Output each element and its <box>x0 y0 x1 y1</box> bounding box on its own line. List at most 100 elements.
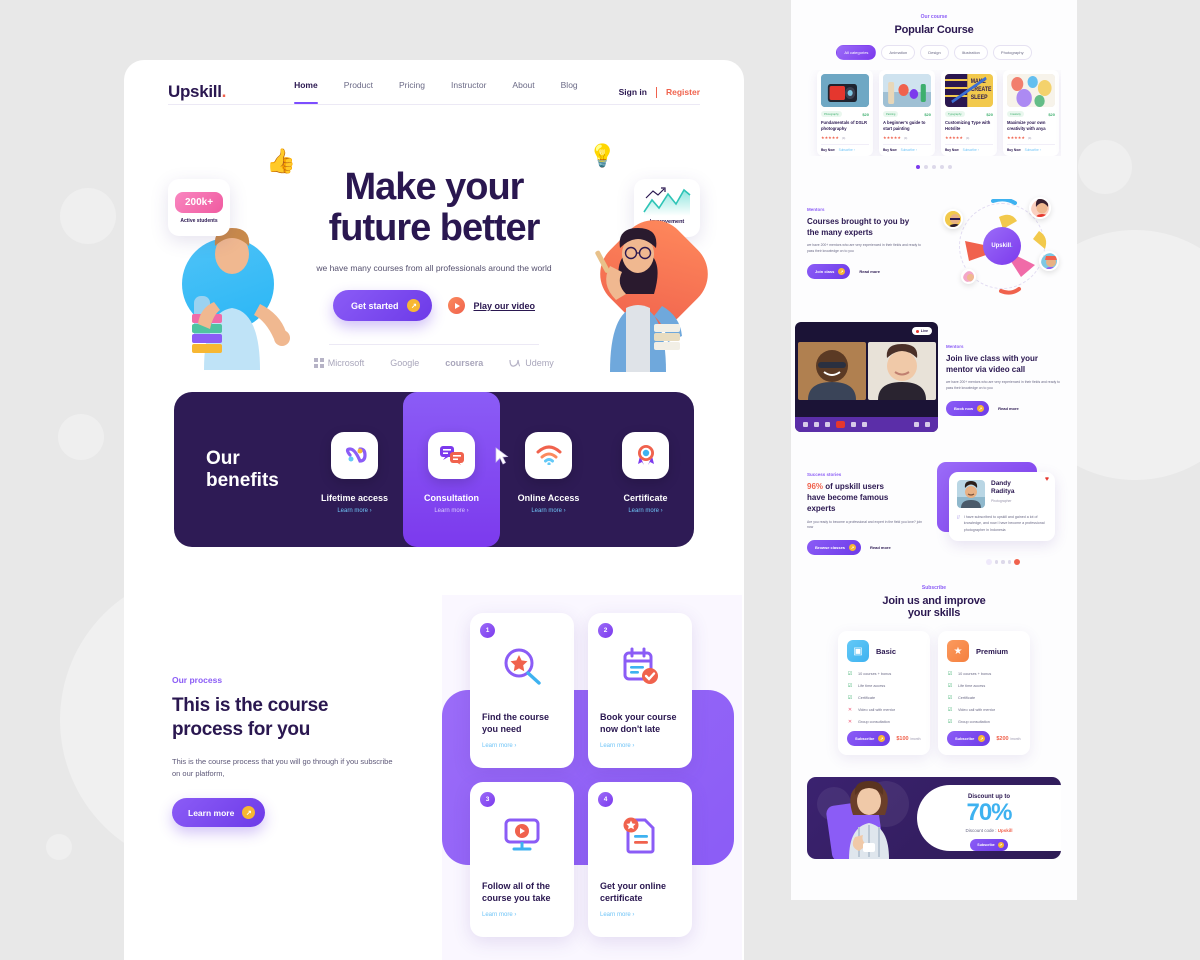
subscribe-link[interactable]: Subscribe › <box>1025 148 1041 152</box>
nav-link-blog[interactable]: Blog <box>561 80 578 104</box>
stories-paragraph: Are you ready to become a professional a… <box>807 519 922 530</box>
mentors-read-more-link[interactable]: Read more <box>859 269 880 274</box>
course-card[interactable]: Creativity $20 Maximize your own creativ… <box>1003 70 1059 156</box>
pill-animation[interactable]: Animation <box>881 45 916 60</box>
process-card-3[interactable]: 3 Follow all of the course you take Lear… <box>470 782 574 937</box>
video-call-window[interactable]: Live <box>795 322 938 432</box>
avatar[interactable] <box>1029 197 1051 219</box>
more-icon[interactable] <box>825 422 830 427</box>
pill-photography[interactable]: Photography <box>992 45 1032 60</box>
pill-design[interactable]: Design <box>920 45 949 60</box>
browse-classes-label: Browse classes <box>815 545 846 551</box>
nav-link-instructor[interactable]: Instructor <box>451 80 486 104</box>
testimonial-dot[interactable] <box>1001 560 1005 564</box>
process-card-link[interactable]: Learn more › <box>600 743 680 749</box>
nav-link-product[interactable]: Product <box>344 80 373 104</box>
get-started-button[interactable]: Get started ↗ <box>332 290 433 322</box>
carousel-dot[interactable] <box>932 165 936 169</box>
plan-name: Premium <box>976 646 1009 656</box>
stories-read-more-link[interactable]: Read more <box>870 545 891 550</box>
carousel-dot[interactable] <box>948 165 952 169</box>
subscribe-link[interactable]: Subscribe › <box>839 148 855 152</box>
testimonial-identity: Dandy Raditya Photographer <box>991 480 1014 503</box>
course-carousel[interactable]: Photography $20 Fundamentals of DSLR pho… <box>807 70 1061 156</box>
subscribe-link[interactable]: Subscribe › <box>963 148 979 152</box>
heart-icon[interactable]: ♥ <box>1045 476 1049 483</box>
end-call-icon[interactable] <box>836 421 845 428</box>
microphone-icon[interactable] <box>803 422 808 427</box>
fullscreen-icon[interactable] <box>925 422 930 427</box>
benefit-learn-more-link[interactable]: Learn more › <box>628 508 662 514</box>
share-icon[interactable] <box>851 422 856 427</box>
plan-feature: ☑ 10 courses + bonus <box>847 671 921 677</box>
course-card[interactable]: MAKECREATESLEEP Typography $20 Customizi… <box>941 70 997 156</box>
process-card-title: Get your online certificate <box>600 880 680 904</box>
benefit-consultation[interactable]: Consultation Learn more › <box>403 392 509 547</box>
book-now-button[interactable]: Book now ↗ <box>946 400 990 416</box>
benefit-online-access[interactable]: Online Access Learn more › <box>500 392 597 547</box>
pill-all-categories[interactable]: All categories <box>836 45 877 60</box>
join-class-button[interactable]: Join class ↗ <box>807 263 851 279</box>
process-card-2[interactable]: 2 Book your course now don't late Learn … <box>588 613 692 768</box>
process-card-4[interactable]: 4 Get your online certificate Learn more… <box>588 782 692 937</box>
avatar[interactable] <box>1039 251 1059 271</box>
nav-link-pricing[interactable]: Pricing <box>399 80 425 104</box>
subscribe-basic-button[interactable]: Subscribe ↗ <box>847 731 891 746</box>
nav-links: Home Product Pricing Instructor About Bl… <box>294 80 578 104</box>
benefit-learn-more-link[interactable]: Learn more › <box>434 508 468 514</box>
nav-link-about[interactable]: About <box>512 80 534 104</box>
process-card-link[interactable]: Learn more › <box>482 743 562 749</box>
testimonial-dot[interactable] <box>994 560 999 564</box>
avatar[interactable] <box>961 269 976 284</box>
course-card[interactable]: Painting $20 A beginner's guide to start… <box>879 70 935 156</box>
arrow-up-right-icon: ↗ <box>242 806 256 820</box>
process-card-1[interactable]: 1 Find the course you need Learn more › <box>470 613 574 768</box>
process-learn-more-button[interactable]: Learn more ↗ <box>172 798 266 828</box>
camera-icon[interactable] <box>814 422 819 427</box>
benefit-certificate[interactable]: Certificate Learn more › <box>597 392 694 547</box>
benefit-lifetime-access[interactable]: Lifetime access Learn more › <box>306 392 403 547</box>
secondary-page-panel: Our course Popular Course All categories… <box>791 0 1077 900</box>
process-card-link[interactable]: Learn more › <box>482 912 562 918</box>
course-title: Maximize your own creativity with anya <box>1007 120 1046 131</box>
buy-now-link[interactable]: Buy Now <box>821 148 835 152</box>
feature-label: Group consultation <box>958 720 990 724</box>
benefit-learn-more-link[interactable]: Learn more › <box>337 508 371 514</box>
process-card-link[interactable]: Learn more › <box>600 912 680 918</box>
course-title: A beginner's guide to start painting <box>883 120 926 131</box>
buy-now-link[interactable]: Buy Now <box>883 148 897 152</box>
carousel-dot[interactable] <box>916 165 920 169</box>
check-icon: ☑ <box>947 671 953 677</box>
carousel-dot[interactable] <box>924 165 928 169</box>
live-badge: Live <box>911 327 932 335</box>
live-paragraph: we have 200+ mentors who are very experi… <box>946 380 1060 391</box>
browse-classes-button[interactable]: Browse classes ↗ <box>807 540 862 556</box>
live-read-more-link[interactable]: Read more <box>998 406 1019 411</box>
discount-subscribe-button[interactable]: Subscribe ↗ <box>970 839 1008 852</box>
carousel-dot[interactable] <box>940 165 944 169</box>
play-video-button[interactable]: Play our video <box>448 297 535 315</box>
quote-text: I have subscribed to upskill and gained … <box>963 515 1045 532</box>
pill-illustration[interactable]: Illustration <box>953 45 988 60</box>
subscribe-premium-button[interactable]: Subscribe ↗ <box>947 731 991 746</box>
feature-label: Group consultation <box>858 720 890 724</box>
testimonial-dot-next[interactable] <box>1014 559 1021 565</box>
subscribe-link[interactable]: Subscribe › <box>901 148 917 152</box>
buy-now-link[interactable]: Buy Now <box>1007 148 1021 152</box>
discount-code-label: Discount code : <box>965 828 997 834</box>
register-link[interactable]: Register <box>666 87 700 97</box>
chat-icon[interactable] <box>862 422 867 427</box>
brand-google: Google <box>390 358 420 369</box>
benefit-learn-more-link[interactable]: Learn more › <box>531 508 565 514</box>
testimonial-dot-prev[interactable] <box>985 559 992 565</box>
volume-icon[interactable] <box>914 422 919 427</box>
course-card[interactable]: Photography $20 Fundamentals of DSLR pho… <box>817 70 873 156</box>
mentors-actions: Join class ↗ Read more <box>807 263 925 279</box>
logo[interactable]: Upskill. <box>168 82 226 102</box>
testimonial-dot[interactable] <box>1007 560 1012 564</box>
buy-now-link[interactable]: Buy Now <box>945 148 959 152</box>
avatar[interactable] <box>943 209 963 229</box>
title-line1: Join live class with your <box>946 354 1039 363</box>
nav-link-home[interactable]: Home <box>294 80 318 104</box>
sign-in-link[interactable]: Sign in <box>619 87 647 97</box>
